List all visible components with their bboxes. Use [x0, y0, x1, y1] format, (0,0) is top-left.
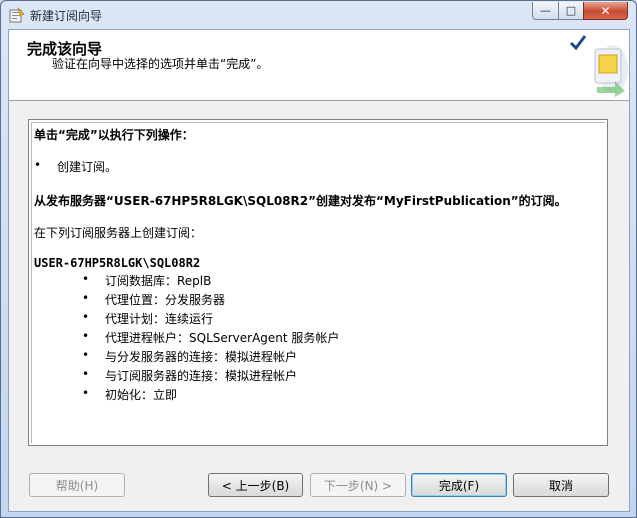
- detail-bullet: •: [82, 386, 90, 400]
- wizard-app-icon: [9, 7, 25, 23]
- detail-item: 与分发服务器的连接：模拟进程帐户: [105, 350, 298, 364]
- detail-bullet: •: [82, 291, 90, 305]
- detail-item: 代理计划：连续运行: [105, 312, 214, 326]
- wizard-header: 完成该向导 验证在向导中选择的选项并单击“完成”。: [9, 30, 629, 101]
- subscriber-intro: 在下列订阅服务器上创建订阅：: [34, 226, 203, 240]
- wizard-check-icon: [569, 35, 628, 97]
- action-bullet: •: [34, 158, 42, 172]
- cancel-button[interactable]: 取消: [513, 473, 609, 497]
- detail-item: 与订阅服务器的连接：模拟进程帐户: [105, 369, 298, 383]
- publisher-line: 从发布服务器“USER-67HP5R8LGK\SQL08R2”创建对发布“MyF…: [34, 194, 567, 208]
- back-button[interactable]: < 上一步(B): [208, 473, 303, 497]
- next-button[interactable]: 下一步(N) >: [310, 473, 406, 497]
- detail-item: 代理位置：分发服务器: [105, 293, 226, 307]
- detail-bullet: •: [82, 310, 90, 324]
- detail-bullet: •: [82, 348, 90, 362]
- finish-button[interactable]: 完成(F): [411, 473, 507, 497]
- detail-bullet: •: [82, 367, 90, 381]
- subscriber-name: USER-67HP5R8LGK\SQL08R2: [34, 256, 201, 270]
- detail-item: 初始化：立即: [105, 388, 178, 402]
- help-button[interactable]: 帮助(H): [29, 473, 125, 497]
- summary-panel-inner: 单击“完成”以执行下列操作： • 创建订阅。 从发布服务器“USER-67HP5…: [31, 122, 605, 443]
- maximize-button[interactable]: □: [558, 2, 584, 20]
- minimize-button[interactable]: —: [532, 2, 559, 20]
- close-button[interactable]: ✕: [583, 2, 628, 20]
- detail-item: 订阅数据库：ReplB: [105, 274, 212, 288]
- wizard-window: 新建订阅向导 — □ ✕ 完成该向导 验证在向导中选择的选项并单击“完成”。 单…: [0, 0, 637, 518]
- detail-item: 代理进程帐户：SQLServerAgent 服务帐户: [105, 331, 340, 345]
- wizard-footer: 帮助(H) < 上一步(B) 下一步(N) > 完成(F) 取消: [9, 458, 629, 511]
- detail-bullet: •: [82, 329, 90, 343]
- summary-lead: 单击“完成”以执行下列操作：: [34, 128, 194, 142]
- title-bar[interactable]: 新建订阅向导 — □ ✕: [1, 1, 636, 29]
- detail-bullet: •: [82, 272, 90, 286]
- page-subtitle: 验证在向导中选择的选项并单击“完成”。: [52, 57, 269, 71]
- summary-panel[interactable]: 单击“完成”以执行下列操作： • 创建订阅。 从发布服务器“USER-67HP5…: [28, 119, 608, 446]
- wizard-body: 完成该向导 验证在向导中选择的选项并单击“完成”。 单击“完成”以执行下列操作：…: [8, 29, 630, 512]
- window-title: 新建订阅向导: [30, 9, 103, 23]
- action-item: 创建订阅。: [57, 160, 118, 174]
